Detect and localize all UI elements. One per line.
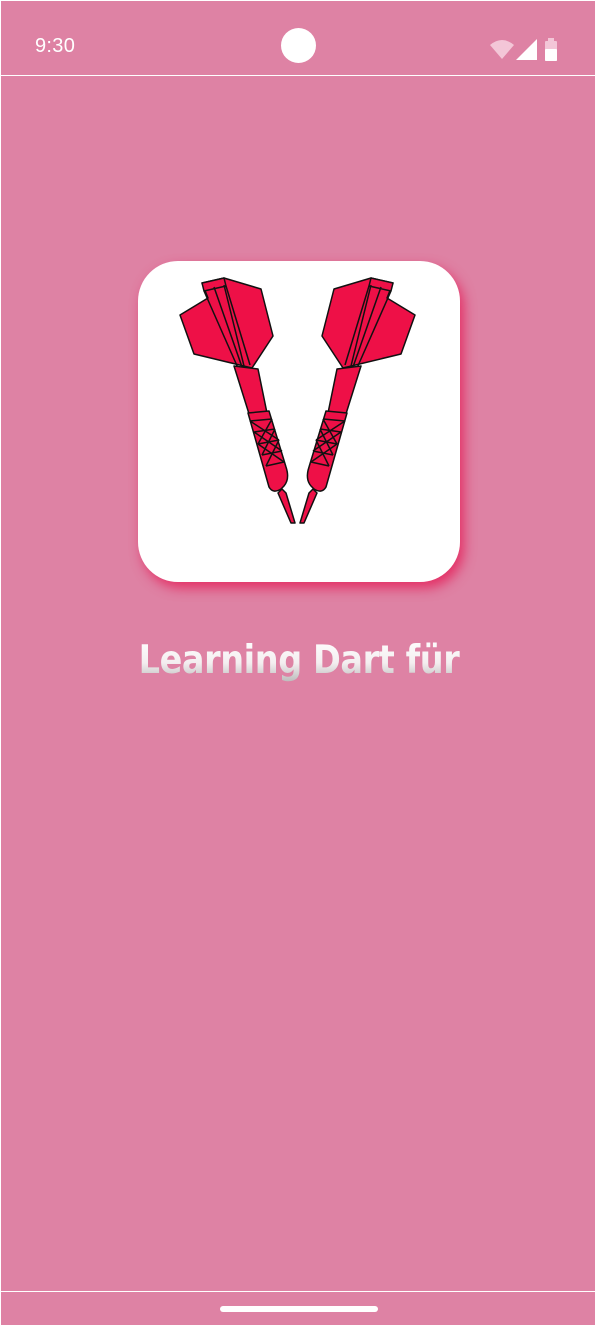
right-dart (299, 277, 416, 524)
signal-icon (516, 39, 537, 60)
left-dart (179, 277, 296, 524)
status-icons (490, 38, 562, 63)
home-indicator[interactable] (220, 1306, 378, 1312)
app-title: Learning Dart für (43, 638, 556, 683)
app-icon-card (138, 261, 460, 582)
status-time: 9:30 (35, 35, 76, 57)
splash-screen: 9:30 Learning Dart für (0, 0, 596, 1326)
battery-icon (545, 38, 557, 61)
navigation-bar (1, 1291, 595, 1326)
crossed-darts-icon (179, 277, 416, 524)
camera-cutout (281, 28, 316, 63)
status-bar: 9:30 (1, 1, 595, 76)
wifi-icon (490, 40, 514, 59)
